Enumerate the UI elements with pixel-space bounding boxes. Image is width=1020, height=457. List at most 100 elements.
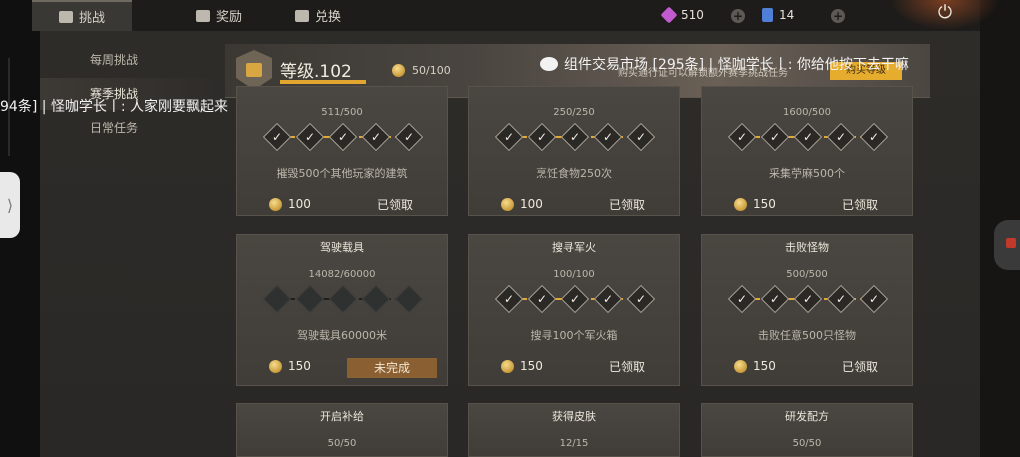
check-icon: ✓ (295, 122, 325, 152)
medal-icon (501, 359, 514, 373)
task-card: 250/250 ✓ ✓ ✓ ✓ ✓ 烹饪食物250次 100 已领取 (468, 86, 680, 216)
check-icon: ✓ (394, 122, 424, 152)
progress-diamonds (262, 284, 424, 314)
task-title (469, 77, 679, 93)
tab-label: 挑战 (78, 11, 105, 26)
task-description: 击败任意500只怪物 (758, 329, 856, 342)
task-reward: 100 (269, 197, 311, 211)
task-card: 击败怪物 500/500 ✓ ✓ ✓ ✓ ✓ 击败任意500只怪物 150 已领取 (701, 234, 913, 386)
gem-icon (660, 6, 678, 24)
check-icon: ✓ (859, 122, 889, 152)
check-icon: ✓ (727, 122, 757, 152)
diamond-slot (328, 284, 358, 314)
task-reward: 150 (734, 359, 776, 373)
check-icon: ✓ (262, 122, 292, 152)
check-icon: ✓ (826, 284, 856, 314)
claimed-status: 已领取 (377, 198, 414, 212)
power-icon[interactable]: ⏻ (930, 2, 960, 24)
danmaku-text: 组件交易市场 [295条] | 怪咖学长丨: 你给他按下去干嘛 (564, 57, 909, 73)
medal-icon (734, 359, 747, 373)
task-title (702, 77, 912, 93)
check-icon: ✓ (527, 122, 557, 152)
gem-count: 510 (681, 8, 704, 22)
task-reward: 150 (501, 359, 543, 373)
exchange-icon (295, 9, 309, 22)
task-title: 研发配方 (785, 410, 829, 423)
medal-icon (269, 359, 282, 373)
progress-diamonds: ✓ ✓ ✓ ✓ ✓ (262, 122, 424, 152)
claimed-status: 已领取 (842, 360, 879, 374)
task-description: 烹饪食物250次 (536, 167, 612, 180)
gem-counter: 510 (660, 6, 704, 24)
check-icon: ✓ (859, 284, 889, 314)
task-description: 搜寻100个军火箱 (530, 329, 618, 342)
reward-amount: 150 (288, 359, 311, 373)
task-title (237, 77, 447, 93)
progress-diamonds: ✓ ✓ ✓ ✓ ✓ (727, 122, 889, 152)
task-progress: 511/500 (321, 107, 363, 118)
claimed-status: 已领取 (609, 360, 646, 374)
progress-diamonds: ✓ ✓ ✓ ✓ ✓ (494, 122, 656, 152)
check-icon: ✓ (494, 284, 524, 314)
floating-tab[interactable] (994, 220, 1020, 270)
claimed-status: 已领取 (609, 198, 646, 212)
card-count: 14 (779, 8, 795, 22)
check-icon: ✓ (560, 122, 590, 152)
check-icon: ✓ (760, 284, 790, 314)
challenge-icon (58, 10, 73, 23)
task-card: 511/500 ✓ ✓ ✓ ✓ ✓ 摧毁500个其他玩家的建筑 100 已领取 (236, 86, 448, 216)
task-title: 击败怪物 (785, 241, 829, 254)
task-description: 驾驶载具60000米 (297, 329, 387, 342)
task-reward: 100 (501, 197, 543, 211)
reward-amount: 150 (753, 359, 776, 373)
add-cards-button[interactable]: + (831, 9, 845, 23)
check-icon: ✓ (626, 122, 656, 152)
task-card: 搜寻军火 100/100 ✓ ✓ ✓ ✓ ✓ 搜寻100个军火箱 150 已领取 (468, 234, 680, 386)
task-card: 驾驶载具 14082/60000 驾驶载具60000米 150 未完成 (236, 234, 448, 386)
task-reward: 150 (269, 359, 311, 373)
reward-amount: 100 (520, 197, 543, 211)
task-title: 开启补给 (320, 410, 364, 423)
danmaku-message-right: 组件交易市场 [295条] | 怪咖学长丨: 你给他按下去干嘛 (540, 54, 909, 74)
rank-emblem (246, 63, 262, 77)
diamond-slot (295, 284, 325, 314)
task-title: 获得皮肤 (552, 410, 596, 423)
task-progress: 50/50 (792, 438, 822, 449)
medal-icon (501, 197, 514, 211)
nav-daily-tasks[interactable]: 日常任务 (40, 112, 220, 144)
task-progress: 50/50 (327, 438, 357, 449)
claimed-status: 已领取 (842, 198, 879, 212)
diamond-slot (361, 284, 391, 314)
task-description: 摧毁500个其他玩家的建筑 (276, 167, 408, 180)
task-progress: 100/100 (553, 269, 595, 280)
tab-reward[interactable]: 奖励 (196, 0, 266, 31)
tab-label: 兑换 (315, 10, 342, 25)
check-icon: ✓ (494, 122, 524, 152)
reward-amount: 100 (288, 197, 311, 211)
check-icon: ✓ (527, 284, 557, 314)
task-reward: 150 (734, 197, 776, 211)
task-card: 获得皮肤 12/15 (468, 403, 680, 457)
card-counter: 14 (762, 8, 794, 22)
task-progress: 500/500 (786, 269, 828, 280)
diamond-slot (394, 284, 424, 314)
reward-amount: 150 (520, 359, 543, 373)
nav-weekly-challenge[interactable]: 每周挑战 (40, 44, 220, 76)
task-title: 搜寻军火 (552, 241, 596, 254)
check-icon: ✓ (361, 122, 391, 152)
tab-exchange[interactable]: 兑换 (295, 0, 365, 31)
progress-diamonds: ✓ ✓ ✓ ✓ ✓ (494, 284, 656, 314)
side-drawer-handle[interactable]: ⟩ (0, 172, 20, 238)
incomplete-button[interactable]: 未完成 (347, 358, 437, 378)
wechat-icon (540, 57, 558, 71)
chevron-right-icon: ⟩ (6, 195, 14, 215)
add-gems-button[interactable]: + (731, 9, 745, 23)
tab-challenge[interactable]: 挑战 (32, 0, 132, 31)
progress-diamonds: ✓ ✓ ✓ ✓ ✓ (727, 284, 889, 314)
task-progress: 1600/500 (783, 107, 831, 118)
diamond-slot (262, 284, 292, 314)
medal-icon (392, 64, 405, 77)
check-icon: ✓ (793, 122, 823, 152)
tab-label: 奖励 (216, 10, 243, 25)
reward-icon (196, 9, 210, 22)
